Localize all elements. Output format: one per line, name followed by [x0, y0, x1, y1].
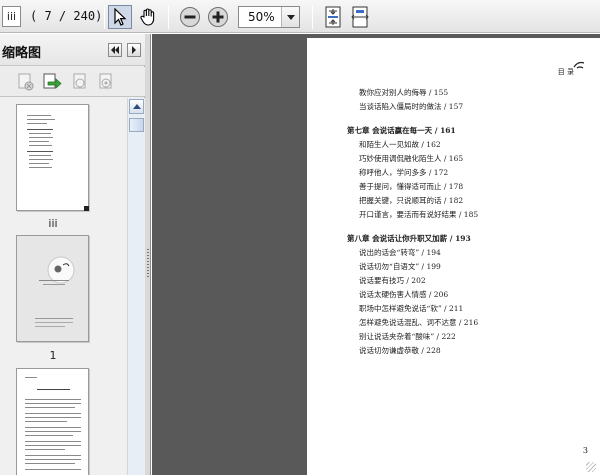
panel-title: 缩略图 — [2, 46, 42, 61]
toc-entry[interactable]: 当谈话陷入僵局时的做法 / 157 — [359, 101, 463, 112]
toc-entry[interactable]: 职场中怎样避免说话“软” / 211 — [359, 303, 463, 314]
page-label-field[interactable]: iii — [2, 6, 21, 27]
cover-art-icon — [35, 256, 75, 327]
thumbnail-label: iii — [48, 217, 58, 230]
fit-page-button[interactable] — [321, 5, 345, 29]
toc-entry[interactable]: 说话要有技巧 / 202 — [359, 275, 426, 286]
thumbnail-scrollbar[interactable] — [127, 98, 145, 475]
page-delete-icon — [18, 73, 34, 91]
hand-tool-button[interactable] — [136, 5, 160, 29]
toc-entry[interactable]: 和陌生人一见如故 / 162 — [359, 139, 441, 150]
thumbnail-label: 1 — [49, 349, 57, 362]
thumbnail-panel: 缩略图 iii 1 — [0, 34, 145, 475]
resize-grip[interactable] — [586, 462, 596, 472]
header-ornament-icon — [573, 61, 585, 69]
toc-entry[interactable]: 巧妙使用调侃融化陌生人 / 165 — [359, 153, 463, 164]
hand-icon — [140, 8, 155, 26]
scroll-thumb[interactable] — [129, 118, 144, 132]
toc-entry[interactable]: 善于提问，懂得适可而止 / 178 — [359, 181, 463, 192]
minus-circle-icon — [180, 7, 200, 27]
fit-page-icon — [325, 6, 341, 28]
toc-entry[interactable]: 把握关键，只说顺耳的话 / 182 — [359, 195, 463, 206]
scroll-up-button[interactable] — [129, 99, 144, 114]
chevron-down-icon — [286, 14, 295, 20]
toc-entry[interactable]: 说话太硬伤害人情感 / 206 — [359, 289, 448, 300]
zoom-out-button[interactable] — [178, 5, 202, 29]
page-settings-icon — [99, 73, 112, 89]
zoom-in-button[interactable] — [206, 5, 230, 29]
toc-entry[interactable]: 说话切勿谦虚恭敬 / 228 — [359, 345, 441, 356]
collapse-panel-button[interactable] — [108, 43, 122, 57]
panel-toolbar — [0, 67, 145, 97]
panel-splitter[interactable] — [145, 34, 151, 475]
plus-circle-icon — [208, 7, 228, 27]
panel-next-button[interactable] — [127, 43, 141, 57]
fit-width-icon — [351, 6, 369, 28]
document-view[interactable]: 目 录 教你应对别人的侮辱 / 155 当谈话陷入僵局时的做法 / 157 第七… — [152, 34, 600, 475]
toc-entry[interactable]: 开口谨言，要活而有说好结果 / 185 — [359, 209, 478, 220]
chevron-right-icon — [132, 46, 136, 54]
thumbnail-page-iii[interactable] — [16, 104, 89, 211]
rotate-page-button[interactable] — [70, 73, 90, 91]
zoom-level-combobox[interactable]: 50% — [238, 6, 300, 28]
page-options-button[interactable] — [96, 73, 116, 91]
arrow-cursor-icon — [114, 8, 127, 26]
main-toolbar: iii ( 7 / 240) 50% — [0, 0, 600, 33]
document-page: 目 录 教你应对别人的侮辱 / 155 当谈话陷入僵局时的做法 / 157 第七… — [307, 38, 600, 475]
toolbar-divider — [168, 5, 169, 29]
panel-header: 缩略图 — [0, 34, 145, 66]
page-number: 3 — [582, 446, 588, 455]
toc-chapter[interactable]: 第八章 会说话让你升职又加薪 / 193 — [347, 233, 471, 244]
toolbar-divider — [104, 5, 105, 29]
thumbnail-list: iii 1 — [0, 98, 127, 475]
toc-entry[interactable]: 说话切勿“自语文” / 199 — [359, 261, 441, 272]
fit-width-button[interactable] — [348, 5, 372, 29]
toc-entry[interactable]: 说出的话会“转弯” / 194 — [359, 247, 441, 258]
pdf-reader-window: iii ( 7 / 240) 50% 缩略图 iii 1 目 录 教你应对别人的… — [0, 0, 600, 475]
chevron-up-icon — [132, 104, 141, 109]
page-arrow-icon — [43, 73, 62, 89]
toc-entry[interactable]: 别让说话夹杂着“酸味” / 222 — [359, 331, 456, 342]
thumbnail-page-1[interactable] — [16, 235, 89, 342]
toolbar-divider — [312, 5, 313, 29]
toc-entry[interactable]: 怎样避免说话混乱、词不达意 / 216 — [359, 317, 478, 328]
extract-page-button[interactable] — [42, 73, 62, 91]
toc-chapter[interactable]: 第七章 会说话赢在每一天 / 161 — [347, 125, 456, 136]
zoom-level-value: 50% — [248, 10, 275, 24]
thumbnail-page-2[interactable] — [16, 368, 89, 475]
current-page-number: 7 — [44, 9, 52, 23]
select-tool-button[interactable] — [108, 5, 132, 29]
page-rotate-icon — [73, 73, 86, 89]
double-chevron-left-icon — [111, 46, 119, 54]
toc-entry[interactable]: 称呼他人，学问多多 / 172 — [359, 167, 448, 178]
zoom-dropdown-button[interactable] — [281, 7, 299, 27]
page-marker — [84, 206, 89, 211]
total-page-count: 240 — [73, 9, 96, 23]
page-count-readout: ( 7 / 240) — [30, 9, 103, 23]
delete-page-button[interactable] — [16, 73, 36, 91]
toc-entry[interactable]: 教你应对别人的侮辱 / 155 — [359, 87, 448, 98]
